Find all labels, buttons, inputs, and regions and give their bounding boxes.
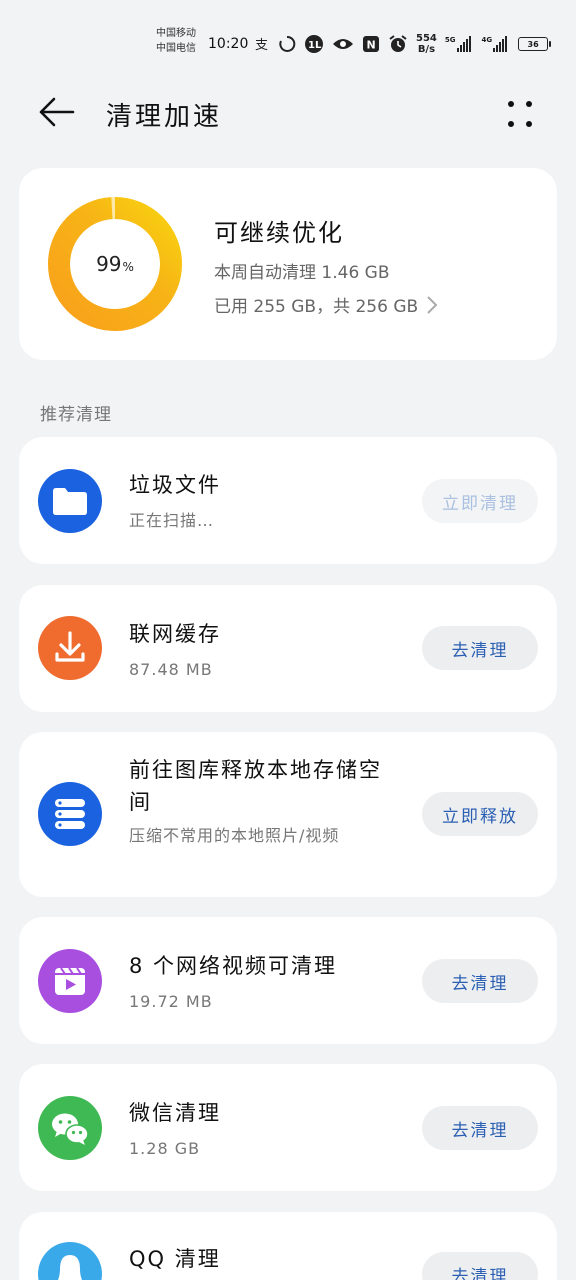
junk-files-card[interactable]: 垃圾文件 正在扫描… 立即清理 <box>19 437 557 564</box>
go-clean-button[interactable]: 去清理 <box>422 1106 538 1150</box>
item-title: 微信清理 <box>129 1101 221 1125</box>
svg-text:支: 支 <box>255 38 268 52</box>
back-button[interactable] <box>36 92 76 132</box>
free-now-button[interactable]: 立即释放 <box>422 792 538 836</box>
svg-text:N: N <box>367 39 376 52</box>
mode-icon: 1L <box>304 34 324 54</box>
gallery-free-storage-card[interactable]: 前往图库释放本地存储空间 压缩不常用的本地照片/视频 立即释放 <box>19 732 557 897</box>
network-cache-card[interactable]: 联网缓存 87.48 MB 去清理 <box>19 585 557 712</box>
wechat-clean-card[interactable]: 微信清理 1.28 GB 去清理 <box>19 1064 557 1191</box>
item-subtitle: 87.48 MB <box>129 660 213 679</box>
gallery-icon-badge <box>38 782 102 846</box>
clean-now-button[interactable]: 立即清理 <box>422 479 538 523</box>
storage-usage-link[interactable]: 已用 255 GB，共 256 GB <box>214 292 438 317</box>
back-arrow-icon <box>39 97 75 127</box>
usage-percent-value: 99 <box>96 252 122 276</box>
video-icon <box>38 949 102 1013</box>
go-clean-button[interactable]: 去清理 <box>422 1252 538 1280</box>
video-icon-badge <box>38 949 102 1013</box>
status-icons: 支 1L N 554 B/s 5G 4G 36 <box>254 32 552 56</box>
carrier-1: 中国移动 <box>156 28 196 39</box>
weekly-auto-clean: 本周自动清理 1.46 GB <box>214 263 390 283</box>
page-title: 清理加速 <box>106 102 223 132</box>
net-speed: 554 B/s <box>416 33 437 55</box>
chevron-right-icon <box>427 295 438 314</box>
signal-2-tag: 4G <box>481 36 493 44</box>
net-speed-value: 554 <box>416 33 437 44</box>
usage-percent: 99% <box>46 195 184 333</box>
nfc-icon: N <box>362 35 380 53</box>
item-subtitle: 压缩不常用的本地照片/视频 <box>129 826 340 845</box>
junk-files-icon-badge <box>38 469 102 533</box>
item-subtitle: 19.72 MB <box>129 992 213 1011</box>
wechat-icon-badge <box>38 1096 102 1160</box>
svg-text:1L: 1L <box>308 40 322 51</box>
item-title: 联网缓存 <box>129 622 221 646</box>
item-subtitle: 1.28 GB <box>129 1139 201 1158</box>
qq-icon <box>38 1242 102 1280</box>
status-bar: 中国移动 中国电信 10:20 支 1L N 554 B/s 5G 4G 36 <box>0 24 576 64</box>
more-button[interactable] <box>500 92 540 132</box>
storage-icon <box>38 782 102 846</box>
sync-icon <box>278 35 296 53</box>
go-clean-button[interactable]: 去清理 <box>422 626 538 670</box>
more-dots-icon <box>508 101 532 127</box>
item-title: 前往图库释放本地存储空间 <box>129 758 382 814</box>
section-recommended-label: 推荐清理 <box>40 405 112 425</box>
go-clean-button[interactable]: 去清理 <box>422 959 538 1003</box>
summary-title: 可继续优化 <box>214 219 344 247</box>
storage-summary-card: 99% 可继续优化 本周自动清理 1.46 GB 已用 255 GB，共 256… <box>19 168 557 360</box>
item-subtitle: 正在扫描… <box>129 511 215 530</box>
battery-icon: 36 <box>518 37 552 51</box>
qq-clean-card[interactable]: QQ 清理 去清理 <box>19 1212 557 1280</box>
network-cache-icon-badge <box>38 616 102 680</box>
status-time: 10:20 <box>208 36 249 52</box>
network-videos-card[interactable]: 8 个网络视频可清理 19.72 MB 去清理 <box>19 917 557 1044</box>
eye-icon <box>332 36 354 52</box>
item-title: QQ 清理 <box>129 1247 221 1271</box>
item-title: 垃圾文件 <box>129 473 221 497</box>
usage-percent-unit: % <box>122 260 134 274</box>
carrier-2: 中国电信 <box>156 43 196 54</box>
wechat-icon <box>38 1096 102 1160</box>
signal-5g-icon: 5G <box>445 36 472 52</box>
download-icon <box>38 616 102 680</box>
folder-icon <box>38 469 102 533</box>
battery-level: 36 <box>527 39 539 49</box>
signal-4g-icon: 4G <box>482 36 509 52</box>
item-title: 8 个网络视频可清理 <box>129 954 338 978</box>
qq-icon-badge <box>38 1242 102 1280</box>
pay-icon: 支 <box>254 36 270 52</box>
net-speed-unit: B/s <box>417 44 436 55</box>
app-header: 清理加速 <box>0 86 576 136</box>
carrier-info: 中国移动 中国电信 <box>156 26 210 56</box>
alarm-icon <box>388 34 408 54</box>
signal-1-tag: 5G <box>444 36 456 44</box>
storage-usage-text: 已用 255 GB，共 256 GB <box>214 297 419 317</box>
